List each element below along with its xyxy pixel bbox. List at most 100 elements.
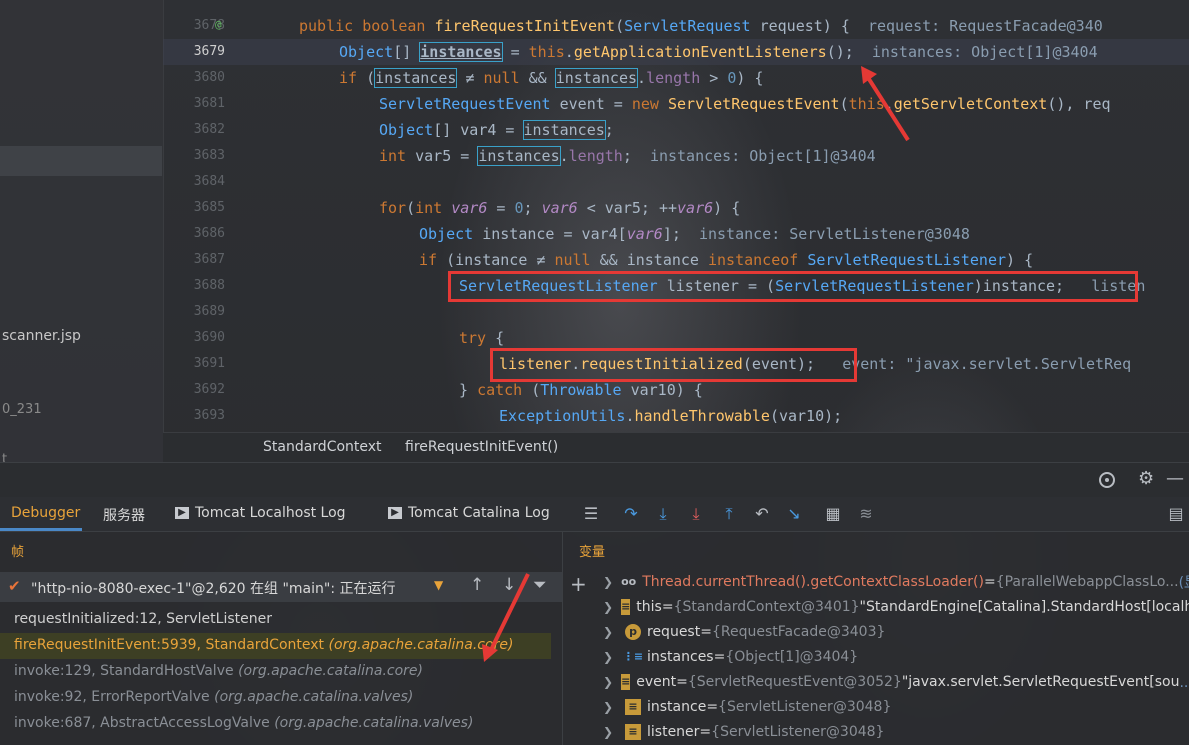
variable-name: listener xyxy=(647,723,700,740)
chevron-right-icon[interactable]: ❯ xyxy=(603,675,613,689)
chevron-right-icon[interactable]: ❯ xyxy=(603,600,613,614)
variable-type: {RequestFacade@3403} xyxy=(711,623,886,640)
line-number-current: 3679 xyxy=(193,44,225,59)
variable-row[interactable]: ❯ p request = {RequestFacade@3403} xyxy=(563,619,1189,644)
evaluate-expression-icon[interactable]: ▦ xyxy=(822,503,844,525)
line-number: 3682 xyxy=(193,122,225,137)
target-icon[interactable] xyxy=(1097,470,1117,490)
filter-icon[interactable]: ⏷ xyxy=(533,575,547,595)
variable-equals: = xyxy=(713,648,726,665)
variables-panel: 变量 + ❯ oo Thread.currentThread().getCont… xyxy=(562,532,1189,745)
tab-catalina-log[interactable]: ▶ Tomcat Catalina Log xyxy=(388,505,550,521)
variable-show-link[interactable]: ...(显示 xyxy=(1179,672,1189,692)
stack-frame[interactable]: invoke:129, StandardHostValve (org.apach… xyxy=(14,663,423,679)
variable-name: Thread.currentThread().getContextClassLo… xyxy=(642,573,984,590)
inline-hint: instances: Object[1]@3404 xyxy=(649,147,876,165)
override-gutter-icon[interactable]: @ xyxy=(215,18,222,31)
variable-row[interactable]: ❯ ≡ event = {ServletRequestEvent@3052} "… xyxy=(563,669,1189,694)
stack-frame[interactable]: invoke:687, AbstractAccessLogValve (org.… xyxy=(14,715,473,731)
line-number: 3693 xyxy=(193,408,225,423)
arrow-up-icon[interactable]: ↑ xyxy=(470,575,484,595)
breadcrumb-class[interactable]: StandardContext xyxy=(263,439,382,455)
stack-frame[interactable]: requestInitialized:12, ServletListener xyxy=(14,611,272,627)
tab-debugger[interactable]: Debugger xyxy=(11,505,80,521)
inline-hint: event: "javax.servlet.ServletReq xyxy=(842,355,1132,373)
force-step-into-icon[interactable]: ⤓ xyxy=(685,503,707,525)
chevron-right-icon[interactable]: ❯ xyxy=(603,700,617,714)
variable-type: {ServletRequestEvent@3052} xyxy=(687,673,902,690)
dropdown-chevron-icon[interactable]: ▼ xyxy=(434,578,443,592)
stack-frame-selected[interactable]: fireRequestInitEvent:5939, StandardConte… xyxy=(14,637,513,653)
line-number: 3690 xyxy=(193,330,225,345)
field-icon: ≡ xyxy=(621,598,631,615)
drop-frame-icon[interactable]: ↶ xyxy=(751,503,773,525)
code-line-3679: Object[] instances = this.getApplication… xyxy=(339,42,1098,62)
console-icon: ▶ xyxy=(175,507,189,519)
code-line-3680: if (instances ≠ null && instances.length… xyxy=(339,68,764,88)
variable-show-link[interactable]: (显示 xyxy=(1179,572,1189,592)
frame-method: invoke:129, StandardHostValve xyxy=(14,663,234,679)
layout-icon[interactable]: ☰ xyxy=(580,503,602,525)
breadcrumb: StandardContext fireRequestInitEvent() xyxy=(163,432,1189,463)
arrow-down-icon[interactable]: ↓ xyxy=(502,575,516,595)
step-into-icon[interactable]: ⤓ xyxy=(652,503,674,525)
line-number: 3687 xyxy=(193,252,225,267)
variable-row[interactable]: ❯ ⋮≡ instances = {Object[1]@3404} xyxy=(563,644,1189,669)
tab-catalina-log-label: Tomcat Catalina Log xyxy=(408,505,550,521)
line-number: 3681 xyxy=(193,96,225,111)
code-line-3678: public boolean fireRequestInitEvent(Serv… xyxy=(299,17,1103,35)
code-editor[interactable]: 3678 3679 3680 3681 3682 3683 3684 3685 … xyxy=(163,0,1189,432)
parameter-icon: p xyxy=(625,623,641,640)
minimize-icon[interactable]: — xyxy=(1166,468,1184,489)
frame-package: (org.apache.catalina.valves) xyxy=(274,715,474,731)
frame-method: invoke:92, ErrorReportValve xyxy=(14,689,210,705)
variable-name: event xyxy=(636,673,677,690)
trace-stream-icon[interactable]: ≋ xyxy=(855,503,877,525)
run-to-cursor-icon[interactable]: ↘ xyxy=(783,503,805,525)
variable-equals: = xyxy=(700,623,712,640)
variable-value: "StandardEngine[Catalina].StandardHost[l… xyxy=(859,598,1189,615)
code-line-3687: if (instance ≠ null && instance instance… xyxy=(419,251,1034,269)
stack-frame[interactable]: invoke:92, ErrorReportValve (org.apache.… xyxy=(14,689,413,705)
console-icon: ▶ xyxy=(388,507,402,519)
variable-row[interactable]: ❯ oo Thread.currentThread().getContextCl… xyxy=(563,569,1189,594)
chevron-right-icon[interactable]: ❯ xyxy=(603,650,617,664)
line-number: 3683 xyxy=(193,148,225,163)
step-out-icon[interactable]: ⤒ xyxy=(718,503,740,525)
frames-panel-title: 帧 xyxy=(11,545,25,560)
thread-selector[interactable]: ✔ "http-nio-8080-exec-1"@2,620 在组 "main"… xyxy=(0,572,562,602)
breadcrumb-method[interactable]: fireRequestInitEvent() xyxy=(405,439,558,455)
field-icon: ≡ xyxy=(621,673,631,690)
step-over-icon[interactable]: ↷ xyxy=(620,503,642,525)
code-line-3683: int var5 = instances.length; instances: … xyxy=(379,146,876,166)
variable-row[interactable]: ❯ ≡ instance = {ServletListener@3048} xyxy=(563,694,1189,719)
variable-name: this xyxy=(636,598,662,615)
variable-equals: = xyxy=(983,573,996,590)
inline-hint: instance: ServletListener@3048 xyxy=(698,225,970,243)
variable-type: {ParallelWebappClassLo... xyxy=(995,573,1179,590)
line-number: 3684 xyxy=(193,174,225,189)
variable-row[interactable]: ❯ ≡ this = {StandardContext@3401} "Stand… xyxy=(563,594,1189,619)
variable-equals: = xyxy=(661,598,674,615)
chevron-right-icon[interactable]: ❯ xyxy=(603,725,617,739)
variable-type: {ServletListener@3048} xyxy=(711,723,885,740)
chevron-right-icon[interactable]: ❯ xyxy=(603,575,613,589)
variable-row[interactable]: ❯ ≡ listener = {ServletListener@3048} xyxy=(563,719,1189,744)
line-number: 3680 xyxy=(193,70,225,85)
variable-type: {Object[1]@3404} xyxy=(725,648,859,665)
line-number: 3685 xyxy=(193,200,225,215)
project-file-scanner[interactable]: scanner.jsp xyxy=(2,328,81,344)
frame-package: (org.apache.catalina.core) xyxy=(238,663,423,679)
chevron-right-icon[interactable]: ❯ xyxy=(603,625,617,639)
line-number: 3692 xyxy=(193,382,225,397)
inline-hint: instances: Object[1]@3404 xyxy=(871,43,1098,61)
active-tab-indicator xyxy=(0,528,82,531)
gear-icon[interactable]: ⚙ xyxy=(1138,468,1154,489)
tab-server[interactable]: 服务器 xyxy=(103,505,145,525)
thread-label: "http-nio-8080-exec-1"@2,620 在组 "main": … xyxy=(31,581,396,597)
code-line-3693: ExceptionUtils.handleThrowable(var10); xyxy=(499,407,843,425)
tab-localhost-log[interactable]: ▶ Tomcat Localhost Log xyxy=(175,505,346,521)
frame-method: invoke:687, AbstractAccessLogValve xyxy=(14,715,270,731)
panel-layout-icon[interactable]: ▤ xyxy=(1165,503,1187,525)
line-number: 3686 xyxy=(193,226,225,241)
